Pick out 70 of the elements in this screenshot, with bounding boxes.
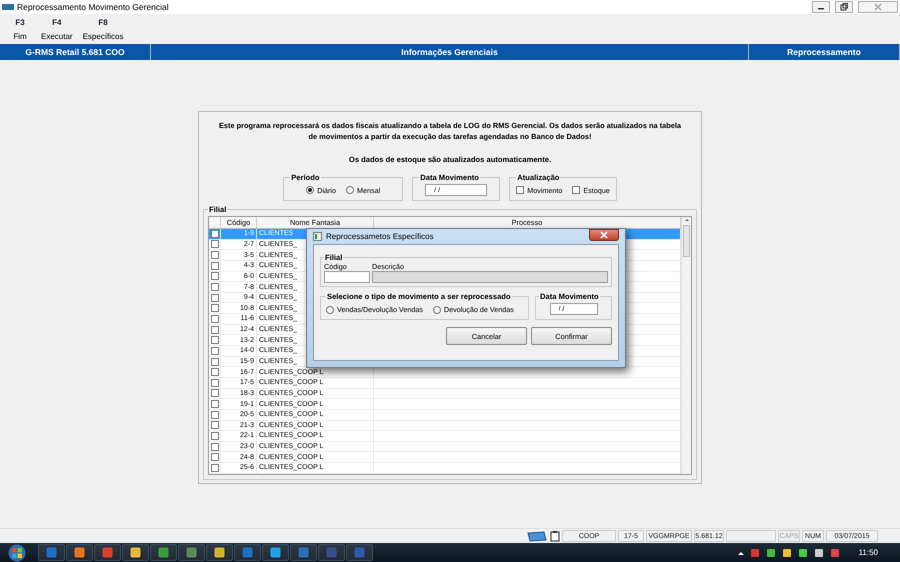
app-icon — [186, 547, 197, 558]
app-icon — [158, 547, 169, 558]
app-icon — [354, 547, 365, 558]
row-checkbox[interactable] — [211, 326, 219, 334]
row-checkbox[interactable] — [211, 230, 219, 238]
header-cell: Informações Gerenciais — [151, 44, 749, 60]
row-checkbox[interactable] — [211, 346, 219, 355]
window-icon — [313, 232, 322, 241]
restore-icon — [840, 3, 848, 11]
row-checkbox[interactable] — [211, 358, 219, 366]
row-checkbox[interactable] — [211, 464, 219, 472]
scroll-up-icon[interactable] — [684, 217, 690, 223]
header-cell: Reprocessamento — [749, 44, 900, 60]
taskbar-button[interactable] — [66, 544, 93, 561]
app-icon — [102, 547, 113, 558]
taskbar-button[interactable] — [178, 544, 205, 561]
taskbar-button[interactable] — [206, 544, 233, 561]
row-checkbox[interactable] — [211, 262, 219, 270]
row-checkbox[interactable] — [211, 389, 219, 398]
caret-icon[interactable] — [738, 550, 744, 556]
tray-icon[interactable] — [766, 548, 776, 558]
toolbar-button[interactable]: F8 Específicos — [80, 18, 126, 40]
row-checkbox[interactable] — [211, 336, 219, 344]
tray-icon[interactable] — [782, 548, 792, 558]
clock: 11:50 — [858, 548, 878, 557]
restore-button[interactable] — [835, 1, 853, 13]
toolbar-button[interactable]: F3 Fim — [6, 18, 34, 40]
taskbar-button[interactable] — [122, 544, 149, 561]
taskbar-button[interactable] — [262, 544, 289, 561]
row-checkbox[interactable] — [211, 272, 219, 280]
code-field[interactable] — [324, 271, 370, 283]
app-icon — [46, 547, 57, 558]
row-checkbox[interactable] — [211, 442, 219, 451]
row-checkbox[interactable] — [211, 304, 219, 312]
status-cell — [726, 530, 776, 542]
row-checkbox[interactable] — [211, 421, 219, 430]
row-checkbox[interactable] — [211, 400, 219, 408]
taskbar-button[interactable] — [150, 544, 177, 561]
window-title: Reprocessamento Movimento Gerencial — [17, 2, 170, 12]
tray-icon[interactable] — [798, 548, 808, 558]
minimize-button[interactable] — [812, 1, 830, 13]
header-cell: G-RMS Retail 5.681 COO — [0, 44, 151, 60]
row-checkbox[interactable] — [211, 432, 219, 440]
description-field[interactable] — [372, 271, 608, 283]
clipboard-icon — [550, 530, 560, 542]
scrollbar[interactable] — [681, 217, 691, 474]
app-icon — [270, 547, 281, 558]
tray-icon[interactable] — [814, 548, 824, 558]
row-checkbox[interactable] — [211, 453, 219, 462]
scroll-thumb[interactable] — [683, 225, 690, 257]
taskbar-button[interactable] — [94, 544, 121, 561]
row-checkbox[interactable] — [211, 294, 219, 302]
row-checkbox[interactable] — [211, 283, 219, 292]
row-checkbox[interactable] — [211, 251, 219, 260]
app-icon — [214, 547, 225, 558]
close-icon — [600, 231, 608, 239]
row-checkbox[interactable] — [211, 314, 219, 323]
toolbar-button[interactable]: F4 Executar — [38, 18, 76, 40]
app-icon — [130, 547, 141, 558]
app-icon — [326, 547, 337, 558]
row-checkbox[interactable] — [211, 368, 219, 376]
app-icon — [242, 547, 253, 558]
row-checkbox[interactable] — [211, 378, 219, 387]
app-icon — [2, 3, 14, 11]
close-icon — [874, 3, 882, 11]
row-checkbox[interactable] — [211, 240, 219, 248]
app-icon — [298, 547, 309, 558]
app-icon — [74, 547, 85, 558]
row-checkbox[interactable] — [211, 410, 219, 419]
close-button[interactable] — [589, 229, 619, 241]
